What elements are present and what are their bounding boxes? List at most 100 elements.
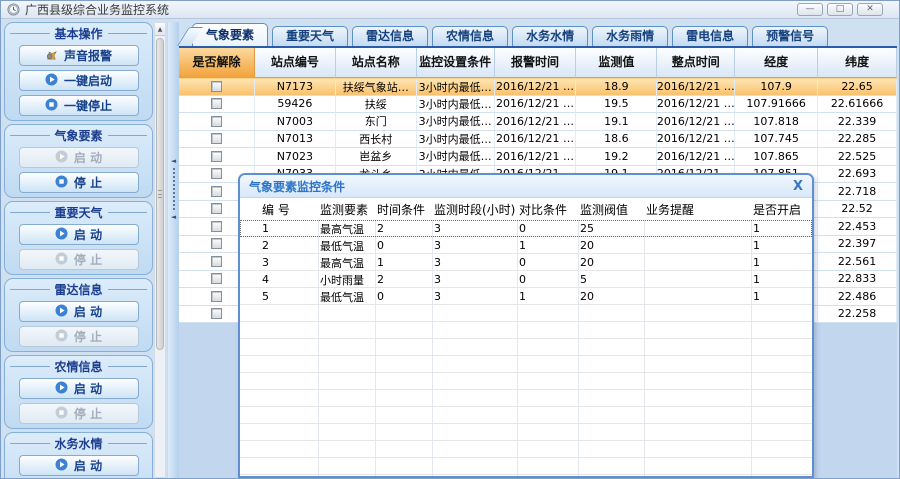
scrollbar-thumb[interactable] (156, 38, 164, 350)
row-checkbox[interactable] (211, 133, 222, 144)
row-checkbox[interactable] (211, 203, 222, 214)
dialog-column-header: 监测阀值 (578, 201, 644, 218)
column-header[interactable]: 是否解除 (179, 48, 255, 78)
button-label: 停 止 (74, 174, 102, 191)
row-checkbox[interactable] (211, 238, 222, 249)
dialog-table-row[interactable]: 2最低气温031201 (240, 237, 812, 254)
start-button[interactable]: 启 动 (19, 455, 139, 476)
maximize-button[interactable]: □ (827, 3, 853, 16)
cell-checkbox (179, 113, 255, 131)
dialog-table-row[interactable]: 5最低气温031201 (240, 288, 812, 305)
table-row[interactable]: N7023岜盆乡3小时内最低…2016/12/21 …19.22016/12/2… (179, 148, 897, 166)
sidebar-group-title: 雷达信息 (5, 281, 152, 297)
start-button[interactable]: 一键启动 (19, 70, 139, 91)
row-checkbox[interactable] (211, 221, 222, 232)
dialog-table-row[interactable]: 1最高气温230251 (240, 220, 812, 237)
cell-cond: 3小时内最低… (417, 113, 495, 131)
stop-button[interactable]: 停 止 (19, 403, 139, 424)
stop-button[interactable]: 停 止 (19, 249, 139, 270)
tab-0[interactable]: 气象要素 (192, 23, 268, 46)
dialog-cell: 20 (578, 239, 644, 252)
button-label: 启 动 (74, 226, 102, 243)
dialog-weather-element-conditions: 气象要素监控条件 X 编 号监测要素时间条件监测时段(小时)对比条件监测阀值业务… (238, 173, 814, 478)
row-checkbox[interactable] (211, 308, 222, 319)
row-checkbox[interactable] (211, 273, 222, 284)
dialog-cell: 1 (751, 222, 811, 235)
tab-3[interactable]: 农情信息 (432, 26, 508, 46)
dialog-cell: 20 (578, 290, 644, 303)
start-button[interactable]: 启 动 (19, 301, 139, 322)
stop-button[interactable]: 一键停止 (19, 95, 139, 116)
dialog-table-row[interactable]: 3最高气温130201 (240, 254, 812, 271)
panel-splitter[interactable]: ◄ ◄ (167, 22, 179, 478)
sidebar-group: 雷达信息启 动停 止 (4, 278, 153, 352)
tab-2[interactable]: 雷达信息 (352, 26, 428, 46)
column-header[interactable]: 监测值 (576, 48, 657, 78)
collapse-left-icon[interactable]: ◄ (171, 157, 176, 165)
cell-alarm: 2016/12/21 … (495, 131, 577, 149)
column-header[interactable]: 监控设置条件 (417, 48, 495, 78)
tab-4[interactable]: 水务水情 (512, 26, 588, 46)
stop-button[interactable]: 停 止 (19, 172, 139, 193)
column-header[interactable]: 报警时间 (495, 48, 577, 78)
cell-hour: 2016/12/21 … (657, 79, 735, 96)
column-header[interactable]: 纬度 (818, 48, 897, 78)
tab-1[interactable]: 重要天气 (272, 26, 348, 46)
cell-cond: 3小时内最低… (417, 96, 495, 114)
sidebar-scrollbar[interactable]: ▲ (154, 22, 166, 478)
dialog-cell: 0 (517, 256, 578, 269)
row-checkbox[interactable] (211, 116, 222, 127)
row-checkbox[interactable] (211, 256, 222, 267)
cell-lat: 22.65 (818, 79, 897, 96)
cell-hour: 2016/12/21 … (657, 148, 735, 166)
dialog-cell: 1 (240, 222, 318, 235)
tab-7[interactable]: 预警信号 (752, 26, 828, 46)
cell-alarm: 2016/12/21 … (495, 148, 577, 166)
tab-6[interactable]: 雷电信息 (672, 26, 748, 46)
table-row[interactable]: N7013西长村3小时内最低…2016/12/21 …18.62016/12/2… (179, 131, 897, 149)
start-button[interactable]: 启 动 (19, 224, 139, 245)
table-row[interactable]: 59426扶绥3小时内最低…2016/12/21 …19.52016/12/21… (179, 96, 897, 114)
minimize-button[interactable]: — (797, 3, 823, 16)
dialog-cell: 1 (751, 290, 811, 303)
cell-id: N7023 (255, 148, 336, 166)
column-header[interactable]: 经度 (735, 48, 818, 78)
start-button[interactable]: 启 动 (19, 147, 139, 168)
dialog-cell: 3 (432, 256, 517, 269)
column-header[interactable]: 整点时间 (657, 48, 735, 78)
dialog-close-icon[interactable]: X (793, 179, 803, 194)
sidebar-group: 气象要素启 动停 止 (4, 124, 153, 198)
cell-cond: 3小时内最低… (417, 131, 495, 149)
app-body: 基本操作声音报警一键启动一键停止气象要素启 动停 止重要天气启 动停 止雷达信息… (1, 19, 899, 478)
column-header[interactable]: 站点名称 (336, 48, 417, 78)
tab-5[interactable]: 水务雨情 (592, 26, 668, 46)
table-row[interactable]: N7173扶绥气象站…3小时内最低…2016/12/21 …18.92016/1… (179, 78, 897, 96)
dialog-table-row[interactable]: 4小时雨量23051 (240, 271, 812, 288)
row-checkbox[interactable] (211, 81, 222, 92)
dialog-cell: 3 (240, 256, 318, 269)
sidebar-group: 重要天气启 动停 止 (4, 201, 153, 275)
row-checkbox[interactable] (211, 98, 222, 109)
column-header[interactable]: 站点编号 (255, 48, 336, 78)
row-checkbox[interactable] (211, 168, 222, 179)
stop-icon (55, 406, 68, 422)
cell-lat: 22.833 (818, 271, 897, 289)
table-row[interactable]: N7003东门3小时内最低…2016/12/21 …19.12016/12/21… (179, 113, 897, 131)
scroll-up-icon[interactable]: ▲ (155, 23, 165, 36)
row-checkbox[interactable] (211, 151, 222, 162)
cell-lat: 22.453 (818, 218, 897, 236)
cell-checkbox (179, 96, 255, 114)
cell-lng: 107.818 (735, 113, 818, 131)
close-button[interactable]: ✕ (857, 3, 883, 16)
sound-alarm-button[interactable]: 声音报警 (19, 45, 139, 66)
stop-button[interactable]: 停 止 (19, 326, 139, 347)
row-checkbox[interactable] (211, 291, 222, 302)
start-button[interactable]: 启 动 (19, 378, 139, 399)
play-icon (55, 304, 68, 320)
row-checkbox[interactable] (211, 186, 222, 197)
dialog-column-header: 监测要素 (318, 201, 375, 218)
app-window: 广西县级综合业务监控系统 — □ ✕ 基本操作声音报警一键启动一键停止气象要素启… (0, 0, 900, 479)
dialog-cell: 3 (432, 239, 517, 252)
collapse-left-icon[interactable]: ◄ (171, 213, 176, 221)
dialog-column-header: 编 号 (240, 201, 318, 218)
